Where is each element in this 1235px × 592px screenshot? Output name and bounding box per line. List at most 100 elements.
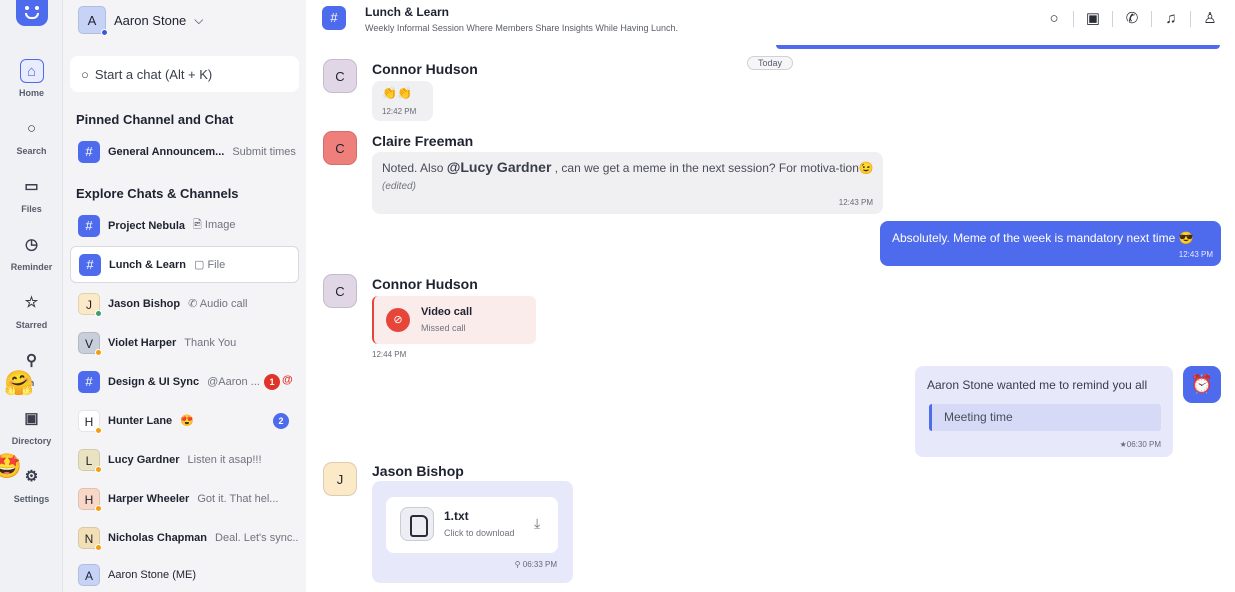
message-time: 12:44 PM	[372, 350, 407, 359]
search-icon[interactable]: ○	[1043, 8, 1065, 30]
current-user-menu[interactable]: A Aaron Stone ⌵	[78, 6, 204, 36]
rail-label-settings: Settings	[13, 494, 50, 504]
missed-video-call-icon: ⊘	[386, 308, 410, 332]
chat-item-jason-bishop[interactable]: J Jason Bishop ✆ Audio call	[70, 285, 299, 322]
chat-name: Violet Harper	[108, 336, 177, 349]
chat-preview: ▢ File	[194, 259, 226, 271]
chat-name: Hunter Lane	[108, 414, 173, 427]
channel-hash-icon: #	[78, 214, 100, 237]
call-status: Missed call	[421, 323, 466, 333]
rail-label-directory: Directory	[11, 436, 52, 446]
message-sender[interactable]: Jason Bishop	[372, 463, 464, 479]
status-dot	[101, 29, 108, 36]
chat-item-harper-wheeler[interactable]: H Harper Wheeler Got it. That hel...	[70, 480, 299, 517]
unread-badge: 2	[273, 413, 289, 429]
status-dot	[95, 348, 102, 356]
avatar: L	[78, 448, 102, 473]
rail-label-files: Files	[21, 204, 42, 214]
floating-hug-emoji: 🤗	[4, 370, 34, 397]
call-title: Video call	[421, 306, 473, 318]
message-text: 👏👏	[382, 86, 412, 100]
star-icon: ☆	[24, 294, 39, 311]
channel-hash-icon: #	[322, 6, 346, 30]
channel-title[interactable]: Lunch & Learn	[365, 5, 449, 19]
chat-item-design-ui-sync[interactable]: # Design & UI Sync @Aaron ... 1 @	[70, 363, 299, 400]
app-logo-icon[interactable]	[16, 0, 48, 26]
reminder-note: Meeting time	[929, 404, 1161, 431]
chat-item-project-nebula[interactable]: # Project Nebula 🖻 Image	[70, 207, 299, 244]
mention-icon: @	[282, 374, 293, 386]
message-text-part: , can we get a meme in the next session?…	[554, 161, 874, 175]
message-text: Absolutely. Meme of the week is mandator…	[892, 231, 1194, 245]
chat-name: Aaron Stone (ME)	[108, 568, 197, 581]
avatar[interactable]: C	[323, 131, 357, 165]
contact-card-icon: ▣	[24, 410, 39, 427]
start-chat-search[interactable]: ○ Start a chat (Alt + K)	[70, 56, 299, 92]
reminder-card: Aaron Stone wanted me to remind you all …	[915, 366, 1173, 457]
rail-label-search: Search	[16, 146, 47, 156]
status-dot	[95, 465, 102, 473]
chat-item-violet-harper[interactable]: V Violet Harper Thank You	[70, 324, 299, 361]
avatar: J	[78, 292, 102, 317]
rail-item-files[interactable]: ▭ Files	[0, 175, 63, 214]
download-icon[interactable]: ⤓	[534, 515, 540, 532]
alarm-clock-icon[interactable]: ⏰	[1183, 366, 1221, 403]
app-window: ⌂ Home ○ Search ▭ Files ◷ Reminder ☆ Sta…	[0, 0, 1235, 592]
stopwatch-icon: ◷	[24, 236, 39, 253]
avatar[interactable]: J	[323, 462, 357, 496]
divider	[1151, 11, 1152, 27]
avatar[interactable]: C	[323, 274, 357, 308]
chat-item-aaron-stone-me[interactable]: A Aaron Stone (ME)	[70, 556, 299, 592]
file-message-bubble: 1.txt Click to download ⤓ ⚲ 06:33 PM	[372, 481, 573, 583]
video-call-icon[interactable]: ▣	[1082, 8, 1104, 30]
status-dot	[95, 543, 102, 551]
chat-item-hunter-lane[interactable]: H Hunter Lane 😍 2	[70, 402, 299, 439]
chat-sidebar: A Aaron Stone ⌵ ○ Start a chat (Alt + K)…	[63, 0, 306, 592]
channel-hash-icon: #	[79, 253, 101, 276]
avatar-initial: J	[86, 297, 92, 312]
avatar[interactable]: C	[323, 59, 357, 93]
chat-item-lunch-learn[interactable]: # Lunch & Learn ▢ File	[70, 246, 299, 283]
chevron-down-icon: ⌵	[194, 12, 204, 27]
rail-item-search[interactable]: ○ Search	[0, 117, 63, 156]
phone-icon[interactable]: ✆	[1121, 8, 1143, 30]
rail-item-directory[interactable]: ▣ Directory	[0, 407, 63, 446]
chat-item-nicholas-chapman[interactable]: N Nicholas Chapman Deal. Let's sync...	[70, 519, 299, 556]
channel-hash-icon: #	[78, 140, 100, 163]
floating-star-eyes-emoji: 🤩	[0, 453, 22, 480]
chat-name: Project Nebula	[108, 219, 186, 232]
nav-rail: ⌂ Home ○ Search ▭ Files ◷ Reminder ☆ Sta…	[0, 0, 63, 592]
avatar: H	[78, 409, 102, 434]
file-attachment[interactable]: 1.txt Click to download ⤓	[386, 497, 558, 553]
message-bubble: Noted. Also @Lucy Gardner , can we get a…	[372, 152, 883, 214]
message-text: Noted. Also @Lucy Gardner , can we get a…	[382, 159, 877, 195]
pinned-channel-general[interactable]: # General Announcem... Submit times	[70, 133, 299, 170]
header-actions: ○ ▣ ✆ ♫ ♙	[1043, 8, 1221, 30]
home-icon: ⌂	[19, 59, 44, 83]
outgoing-message-bubble: Absolutely. Meme of the week is mandator…	[880, 221, 1221, 266]
avatar-initial: A	[87, 13, 97, 28]
rail-item-home[interactable]: ⌂ Home	[0, 59, 63, 98]
divider	[1190, 11, 1191, 27]
user-settings-icon[interactable]: ♙	[1199, 8, 1221, 30]
chat-item-lucy-gardner[interactable]: L Lucy Gardner Listen it asap!!!	[70, 441, 299, 478]
message-sender[interactable]: Connor Hudson	[372, 61, 478, 77]
bell-icon[interactable]: ♫	[1160, 8, 1182, 30]
channel-hash-icon: #	[78, 370, 100, 393]
missed-call-card[interactable]: ⊘ Video call Missed call	[372, 296, 536, 344]
chat-preview: Listen it asap!!!	[187, 453, 262, 466]
avatar: N	[78, 526, 102, 551]
avatar-initial: H	[84, 414, 94, 429]
message-time: 12:42 PM	[382, 107, 417, 116]
status-dot	[95, 309, 102, 317]
chat-preview: Thank You	[184, 336, 237, 349]
chat-name: Design & UI Sync	[108, 375, 200, 388]
rail-item-starred[interactable]: ☆ Starred	[0, 291, 63, 330]
user-mention[interactable]: @Lucy Gardner	[447, 159, 552, 175]
message-sender[interactable]: Claire Freeman	[372, 133, 473, 149]
rail-label-starred: Starred	[15, 320, 48, 330]
rail-label-home: Home	[18, 88, 44, 98]
rail-item-reminder[interactable]: ◷ Reminder	[0, 233, 63, 272]
message-sender[interactable]: Connor Hudson	[372, 276, 478, 292]
avatar-initial: N	[84, 531, 94, 546]
